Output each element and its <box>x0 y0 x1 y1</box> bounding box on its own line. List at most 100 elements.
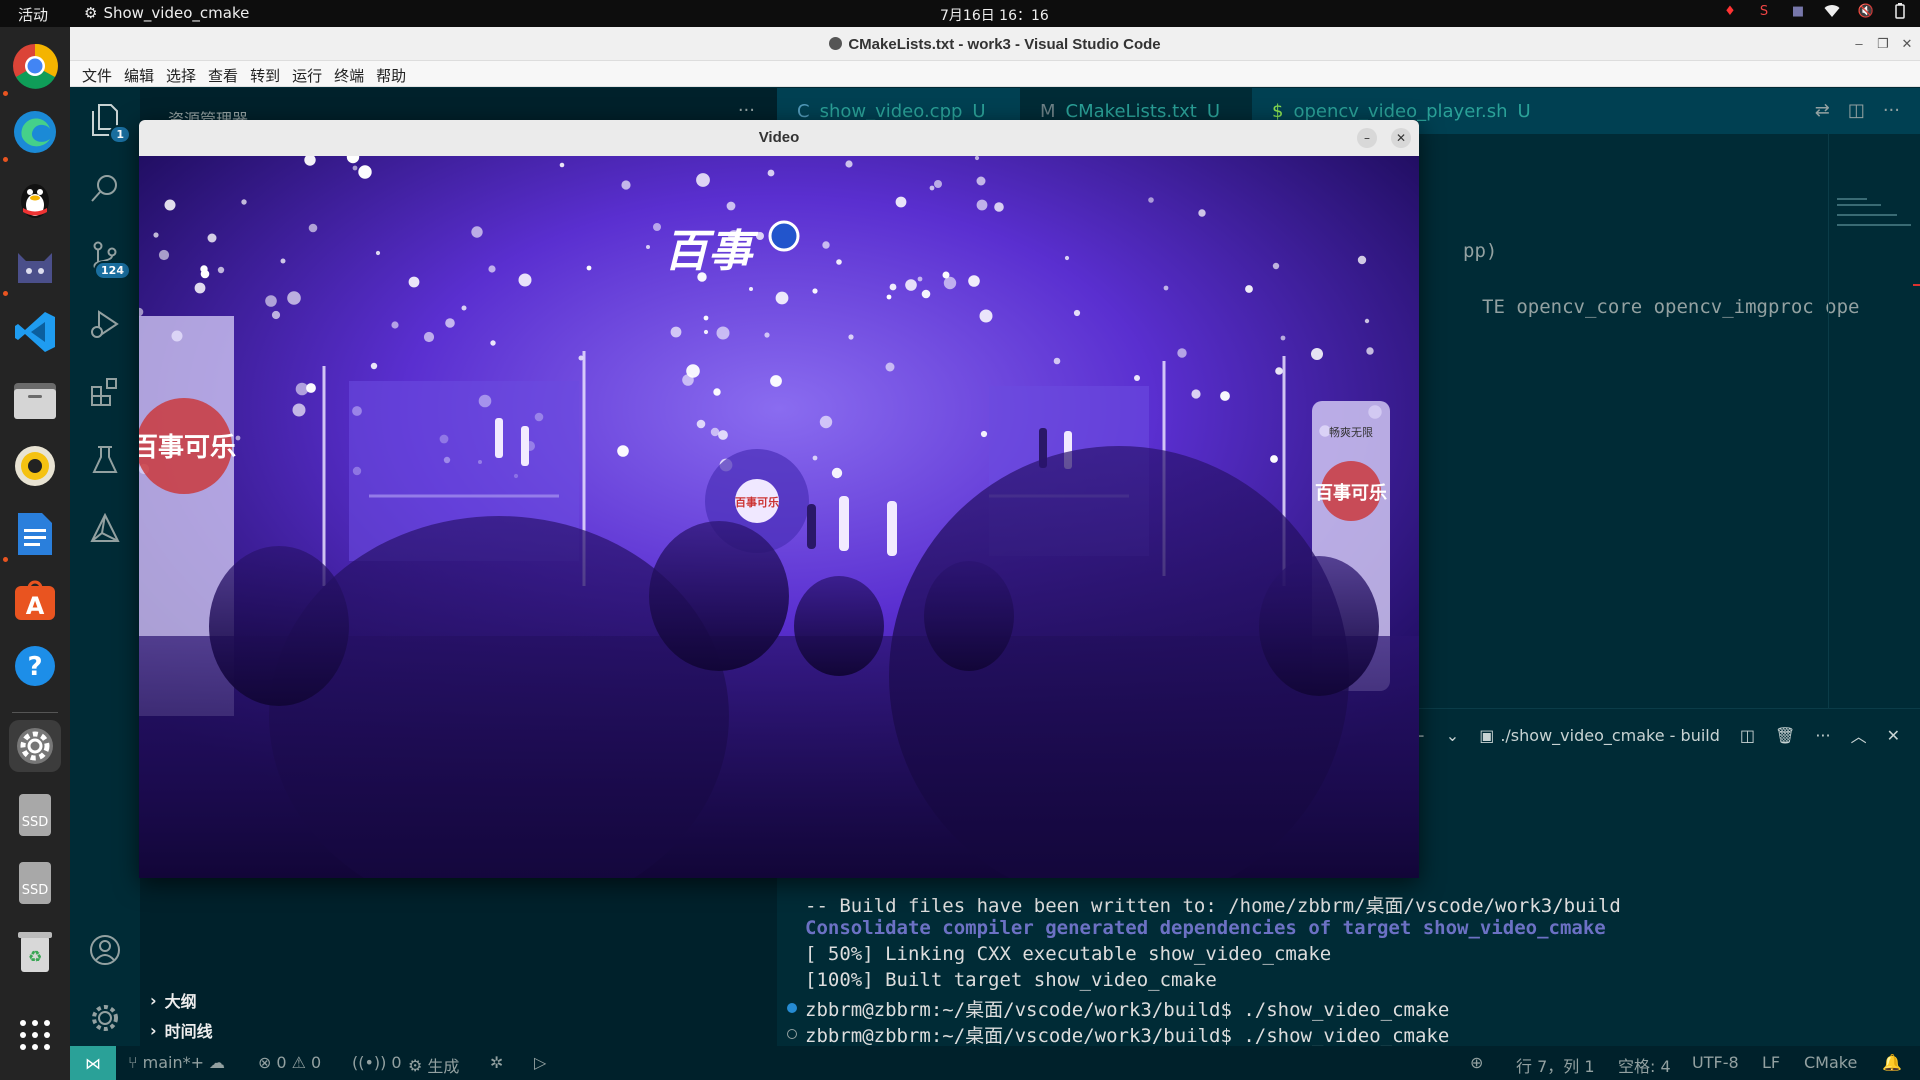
menu-file[interactable]: 文件 <box>76 61 118 86</box>
writer-icon[interactable] <box>9 508 61 560</box>
cmake-debug-button[interactable]: ✲ <box>490 1053 503 1072</box>
qq-tray-icon[interactable]: ♦ <box>1722 3 1738 19</box>
chrome-icon[interactable] <box>9 40 61 92</box>
stage-light <box>716 326 730 340</box>
video-titlebar[interactable]: Video – ✕ <box>139 120 1419 156</box>
volume-icon[interactable]: 🔇 <box>1858 3 1874 19</box>
stage-light <box>974 156 980 161</box>
timeline-section[interactable]: › 时间线 <box>150 1018 213 1042</box>
stage-light <box>848 334 854 340</box>
split-editor-icon[interactable]: ◫ <box>1848 100 1865 121</box>
terminal-tab[interactable]: ▣ ./show_video_cmake - build <box>1479 726 1720 745</box>
compare-changes-icon[interactable]: ⇄ <box>1815 100 1830 121</box>
outline-section[interactable]: › 大纲 <box>150 988 197 1012</box>
video-window[interactable]: Video – ✕ 百事可乐 畅爽无限 百事可乐 百事可乐 百事 <box>139 120 1419 878</box>
files-icon[interactable] <box>9 374 61 426</box>
testing-icon[interactable] <box>85 440 125 480</box>
more-actions-icon[interactable]: ··· <box>1883 100 1900 121</box>
video-title: Video <box>758 129 800 146</box>
help-icon[interactable]: ? <box>9 640 61 692</box>
minimize-icon[interactable]: – <box>1848 33 1870 55</box>
stage-light <box>200 265 208 273</box>
close-icon[interactable]: ✕ <box>1896 33 1918 55</box>
tower-right-text: 百事可乐 <box>1315 482 1387 504</box>
qq-icon[interactable] <box>9 172 61 224</box>
cmake-run-button[interactable]: ▷ <box>534 1053 546 1072</box>
explorer-icon[interactable]: 1 <box>85 100 131 144</box>
restore-icon[interactable]: ❐ <box>1872 33 1894 55</box>
menu-go[interactable]: 转到 <box>244 61 286 86</box>
center-logo-text: 百事可乐 <box>735 495 779 509</box>
show-apps-icon[interactable] <box>9 1009 61 1061</box>
minimize-icon[interactable]: – <box>1357 128 1377 148</box>
source-control-icon[interactable]: 124 <box>85 236 131 280</box>
extensions-icon[interactable] <box>85 372 125 412</box>
command-running-marker[interactable] <box>787 1029 797 1039</box>
edge-icon[interactable] <box>9 106 61 158</box>
software-center-icon[interactable]: A <box>9 574 61 626</box>
indentation[interactable]: 空格: 4 <box>1618 1053 1671 1077</box>
vscode-icon[interactable] <box>9 306 61 358</box>
clock[interactable]: 7月16日 16：16 <box>940 5 1049 25</box>
wifi-icon[interactable] <box>1824 3 1840 19</box>
trash-icon[interactable]: 🗑 <box>1775 726 1795 745</box>
activities-button[interactable]: 活动 <box>18 4 48 25</box>
app-menu[interactable]: ⚙ Show_video_cmake <box>84 4 249 22</box>
zoom-button[interactable]: ⊕ <box>1470 1053 1483 1072</box>
trash-icon[interactable]: ♻ <box>9 925 61 977</box>
chevron-down-icon[interactable]: ⌄ <box>1446 726 1459 745</box>
command-success-marker[interactable] <box>787 1003 797 1013</box>
remote-indicator[interactable]: ⋈ <box>70 1046 116 1080</box>
sticker-tray-icon[interactable]: ■ <box>1790 3 1806 19</box>
menu-edit[interactable]: 编辑 <box>118 61 160 86</box>
stage-light <box>943 276 957 290</box>
menu-view[interactable]: 查看 <box>202 61 244 86</box>
encoding[interactable]: UTF-8 <box>1692 1053 1739 1072</box>
ports-indicator[interactable]: ((•)) 0 <box>352 1053 402 1072</box>
menu-selection[interactable]: 选择 <box>160 61 202 86</box>
terminal-icon: ▣ <box>1479 725 1495 745</box>
stage-light <box>391 321 399 329</box>
rhythmbox-icon[interactable] <box>9 440 61 492</box>
terminal-line: [100%] Built target show_video_cmake <box>805 969 1217 991</box>
close-icon[interactable]: ✕ <box>1391 128 1411 148</box>
sidebar-more-icon[interactable]: ··· <box>738 100 755 121</box>
run-debug-icon[interactable] <box>85 304 125 344</box>
manage-gear-icon[interactable] <box>85 998 125 1038</box>
menu-terminal[interactable]: 终端 <box>328 61 370 86</box>
ssd-drive-icon[interactable]: SSD <box>9 857 61 909</box>
terminal-line: [ 50%] Linking CXX executable show_video… <box>805 943 1332 965</box>
minimap[interactable] <box>1828 134 1920 708</box>
window-titlebar[interactable]: CMakeLists.txt - work3 - Visual Studio C… <box>70 27 1920 61</box>
close-panel-icon[interactable]: ✕ <box>1887 726 1900 745</box>
menu-help[interactable]: 帮助 <box>370 61 412 86</box>
battery-icon[interactable] <box>1892 3 1908 19</box>
tab-label: CMakeLists.txt <box>1065 100 1197 122</box>
cmake-icon[interactable] <box>85 508 125 548</box>
menu-run[interactable]: 运行 <box>286 61 328 86</box>
search-icon[interactable] <box>85 168 125 208</box>
split-terminal-icon[interactable]: ◫ <box>1740 726 1755 745</box>
stage-light <box>1073 309 1081 317</box>
cursor-position[interactable]: 行 7，列 1 <box>1516 1053 1595 1077</box>
branch-icon: ⑂ <box>128 1053 138 1072</box>
stage-light <box>976 199 988 211</box>
cmake-build-button[interactable]: ⚙ 生成 <box>408 1053 459 1077</box>
stage-light <box>889 283 897 291</box>
branch-indicator[interactable]: ⑂ main*+ ☁ <box>128 1053 225 1072</box>
stage-light <box>646 245 650 249</box>
ssd-drive-icon[interactable]: SSD <box>9 789 61 841</box>
stage-light <box>1134 375 1140 381</box>
account-icon[interactable] <box>85 930 125 970</box>
settings-icon[interactable] <box>9 720 61 772</box>
stage-light <box>271 310 281 320</box>
problems-indicator[interactable]: ⊗ 0 ⚠ 0 <box>258 1053 321 1072</box>
sogou-tray-icon[interactable]: S <box>1756 3 1772 19</box>
language-mode[interactable]: CMake <box>1804 1053 1857 1072</box>
minimap-line <box>1837 204 1881 206</box>
end-of-line[interactable]: LF <box>1762 1053 1780 1072</box>
maximize-panel-icon[interactable]: ︿ <box>1851 723 1867 747</box>
notifications-bell-icon[interactable]: 🔔 <box>1882 1053 1902 1072</box>
more-actions-icon[interactable]: ··· <box>1815 726 1830 745</box>
sticker-icon[interactable] <box>9 240 61 292</box>
